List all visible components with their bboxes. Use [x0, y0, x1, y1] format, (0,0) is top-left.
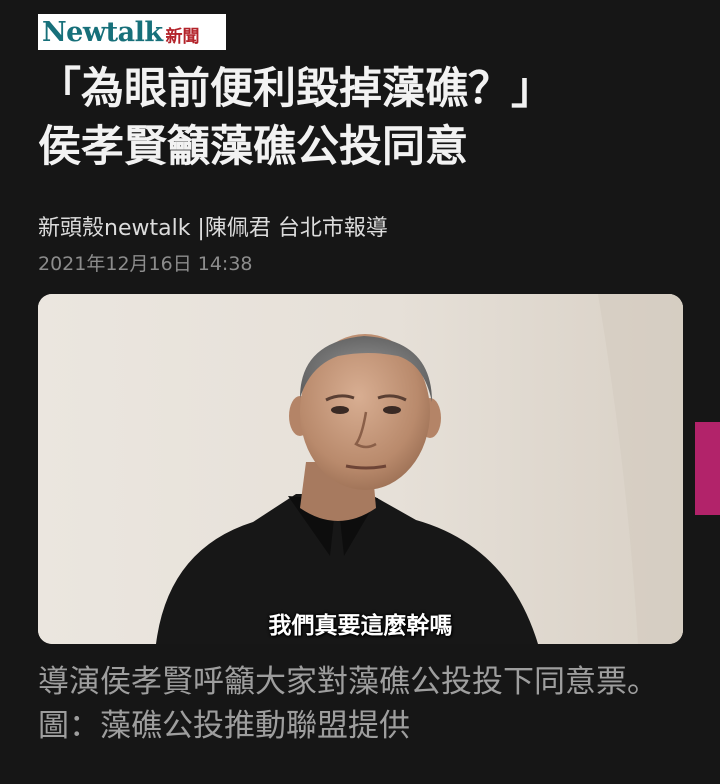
- portrait-illustration: [38, 294, 683, 644]
- article-timestamp: 2021年12月16日 14:38: [38, 253, 253, 275]
- logo-wordmark: Newtalk: [42, 16, 163, 48]
- newtalk-logo[interactable]: Newtalk 新聞: [38, 14, 226, 50]
- headline-line-2: 侯孝賢籲藻礁公投同意: [38, 122, 468, 172]
- article-byline: 新頭殼newtalk |陳佩君 台北市報導: [38, 216, 388, 241]
- article-headline: 「為眼前便利毀掉藻礁？」 侯孝賢籲藻礁公投同意: [38, 60, 698, 176]
- image-caption: 導演侯孝賢呼籲大家對藻礁公投投下同意票。 圖：藻礁公投推動聯盟提供: [38, 664, 658, 744]
- side-edge-tab[interactable]: [695, 422, 720, 515]
- article-video-frame[interactable]: 我們真要這麼幹嗎: [38, 294, 683, 644]
- video-subtitle: 我們真要這麼幹嗎: [268, 613, 453, 639]
- headline-line-1: 「為眼前便利毀掉藻礁？」: [38, 64, 554, 114]
- logo-suffix: 新聞: [165, 26, 200, 47]
